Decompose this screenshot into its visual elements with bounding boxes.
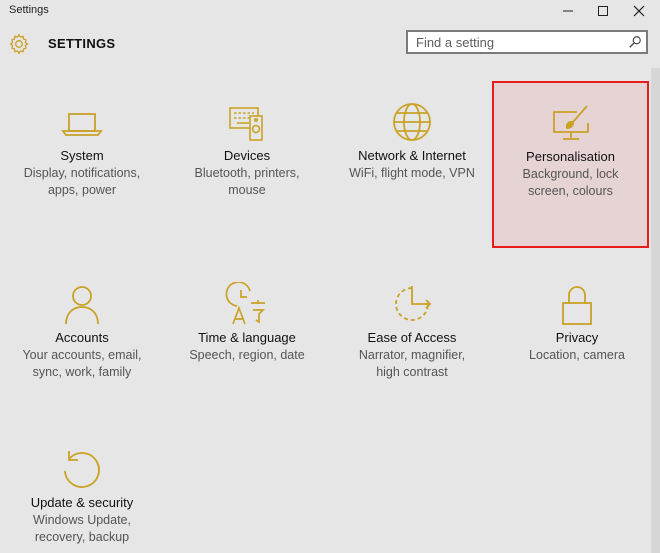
title-bar: Settings: [0, 0, 660, 22]
search-icon[interactable]: [628, 35, 642, 49]
tile-accounts[interactable]: Accounts Your accounts, email, sync, work…: [7, 282, 157, 442]
scrollbar[interactable]: [651, 68, 660, 553]
tile-devices[interactable]: Devices Bluetooth, printers, mouse: [172, 100, 322, 260]
gear-icon: [9, 33, 29, 55]
tile-label: Accounts: [55, 330, 109, 345]
tile-label: Personalisation: [526, 149, 615, 164]
tile-label: Time & language: [198, 330, 296, 345]
ease-of-access-icon: [395, 286, 432, 321]
search-box[interactable]: [406, 30, 648, 54]
maximize-icon: [598, 6, 608, 16]
page-title: SETTINGS: [48, 36, 116, 51]
tile-personalisation[interactable]: Personalisation Background, lock screen, …: [492, 81, 649, 248]
close-button[interactable]: [622, 0, 656, 22]
tile-label: Ease of Access: [367, 330, 457, 345]
tile-description: Location, camera: [529, 348, 625, 362]
tile-label: Privacy: [555, 330, 599, 345]
tile-description: Display, notifications, apps, power: [23, 166, 141, 197]
tile-label: Devices: [223, 148, 271, 163]
refresh-arrow-icon: [64, 451, 100, 488]
tile-time-language[interactable]: Time & language Speech, region, date: [172, 282, 322, 442]
laptop-icon: [61, 113, 103, 136]
tile-description: Bluetooth, printers, mouse: [194, 166, 300, 197]
window-title: Settings: [9, 4, 49, 16]
tile-label: System: [60, 148, 104, 163]
minimize-icon: [563, 10, 573, 12]
search-input[interactable]: [408, 32, 622, 52]
tile-network-internet[interactable]: Network & Internet WiFi, flight mode, VP…: [337, 100, 487, 260]
paintbrush-monitor-icon: [552, 105, 589, 140]
tile-description: WiFi, flight mode, VPN: [349, 166, 475, 180]
padlock-icon: [562, 286, 592, 325]
person-icon: [65, 286, 99, 325]
tile-label: Update & security: [30, 495, 134, 510]
tile-ease-of-access[interactable]: Ease of Access Narrator, magnifier, high …: [337, 282, 487, 442]
minimize-button[interactable]: [551, 0, 585, 22]
tile-description: Your accounts, email, sync, work, family: [22, 348, 142, 379]
tile-privacy[interactable]: Privacy Location, camera: [502, 282, 652, 442]
tile-update-security[interactable]: Update & security Windows Update, recover…: [7, 447, 157, 551]
close-icon: [633, 5, 645, 17]
clock-language-icon: [225, 282, 266, 325]
tile-label: Network & Internet: [358, 148, 466, 163]
tile-description: Speech, region, date: [189, 348, 305, 362]
tile-description: Windows Update, recovery, backup: [33, 513, 131, 544]
keyboard-speaker-icon: [229, 107, 263, 141]
tile-description: Narrator, magnifier, high contrast: [358, 348, 466, 379]
globe-icon: [393, 103, 431, 141]
maximize-button[interactable]: [586, 0, 620, 22]
tile-description: Background, lock screen, colours: [522, 167, 619, 198]
tile-system[interactable]: System Display, notifications, apps, powe…: [7, 100, 157, 260]
